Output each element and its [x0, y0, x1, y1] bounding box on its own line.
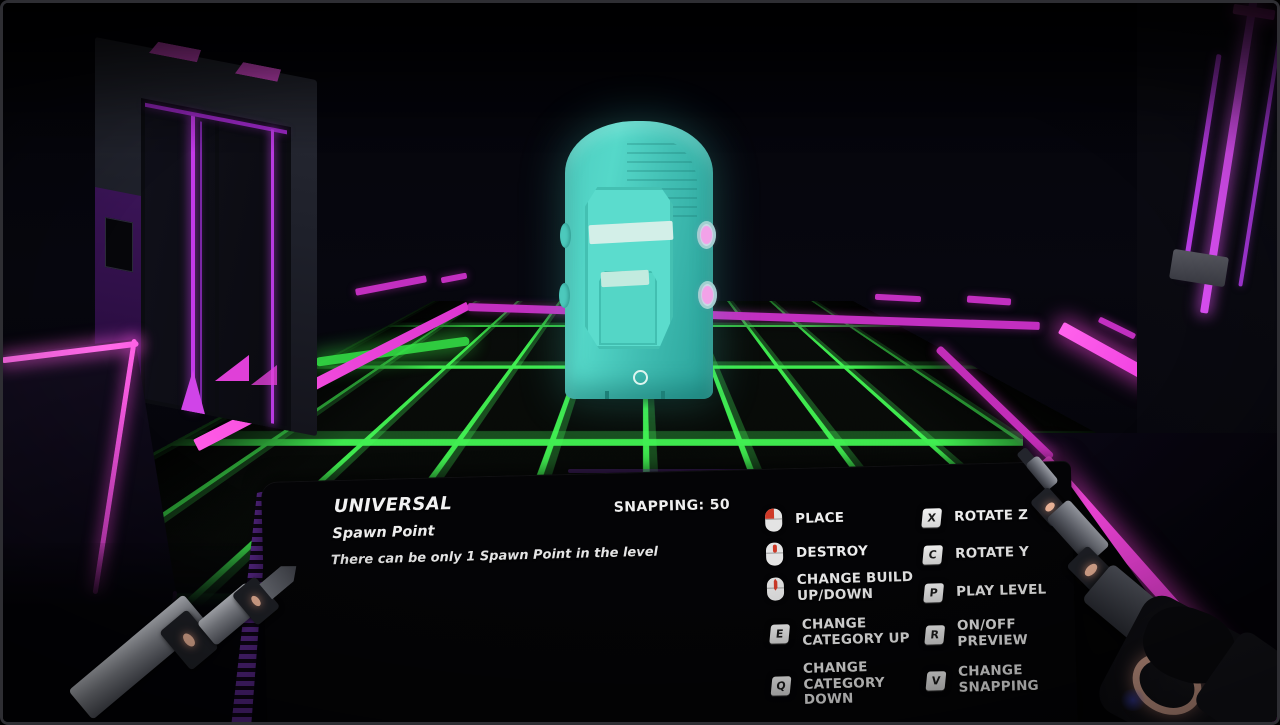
knuckle-glow-dot: [1083, 562, 1100, 579]
control-label: CHANGE BUILD UP/DOWN: [797, 570, 918, 604]
knuckle-glow-dot: [181, 631, 198, 648]
control-label: CHANGE CATEGORY UP: [802, 615, 923, 649]
control-label: ON/OFF PREVIEW: [957, 616, 1076, 650]
game-viewport: UNIVERSAL Spawn Point There can be only …: [0, 0, 1280, 725]
control-hint-change-build: CHANGE BUILD UP/DOWN: [767, 570, 918, 605]
spawn-side-bump: [560, 223, 571, 248]
control-label: PLAY LEVEL: [956, 582, 1047, 600]
control-label: CHANGE SNAPPING: [958, 662, 1077, 696]
control-hint-rotate-y: C ROTATE Y: [923, 543, 1029, 565]
control-hint-category-down: Q CHANGE CATEGORY DOWN: [771, 659, 924, 710]
key-x-icon: X: [921, 508, 942, 528]
port-pink-lens: [701, 226, 712, 244]
key-c-icon: C: [922, 545, 943, 565]
control-hint-place: PLACE: [765, 507, 845, 532]
spawn-bottom-ring: [633, 370, 648, 385]
key-q-icon: Q: [771, 676, 792, 696]
mouse-left-click-icon: [765, 508, 783, 531]
control-label: ROTATE Y: [955, 545, 1029, 563]
door-neon-line: [191, 116, 195, 409]
control-label: PLACE: [795, 510, 844, 527]
category-title: UNIVERSAL: [333, 493, 452, 517]
control-hint-play-level: P PLAY LEVEL: [924, 580, 1047, 602]
spawn-base-notch: [605, 391, 609, 399]
control-label: CHANGE CATEGORY DOWN: [803, 659, 924, 709]
selected-item-name: Spawn Point: [332, 523, 435, 542]
control-hint-change-snapping: V CHANGE SNAPPING: [926, 662, 1077, 697]
key-v-icon: V: [926, 671, 947, 691]
mouse-middle-click-icon: [766, 542, 784, 565]
control-hint-destroy: DESTROY: [766, 540, 869, 566]
robot-hand-blue-glint: [1119, 689, 1147, 711]
key-e-icon: E: [769, 624, 790, 644]
control-hint-rotate-z: X ROTATE Z: [922, 506, 1028, 528]
door-window: [105, 217, 133, 272]
spawn-base-notch: [661, 391, 665, 399]
knuckle-glow-dot: [249, 594, 262, 608]
snapping-status: SNAPPING: 50: [614, 497, 731, 516]
spawn-point-object[interactable]: [565, 121, 713, 399]
spawn-side-port: [698, 281, 717, 309]
control-label: ROTATE Z: [954, 508, 1028, 526]
spawn-light-strip: [601, 270, 650, 287]
control-hint-category-up: E CHANGE CATEGORY UP: [770, 615, 923, 650]
door-neon-line: [200, 121, 202, 409]
spawn-side-port: [697, 221, 716, 249]
mouse-scroll-wheel-icon: [767, 578, 785, 601]
hud-panel: UNIVERSAL Spawn Point There can be only …: [261, 461, 1078, 725]
port-pink-lens: [702, 286, 713, 304]
spawn-side-bump: [559, 283, 570, 308]
control-label: DESTROY: [796, 544, 868, 562]
key-r-icon: R: [924, 625, 945, 645]
item-description: There can be only 1 Spawn Point in the l…: [331, 545, 661, 569]
key-p-icon: P: [923, 583, 944, 603]
control-hint-preview: R ON/OFF PREVIEW: [925, 616, 1076, 651]
